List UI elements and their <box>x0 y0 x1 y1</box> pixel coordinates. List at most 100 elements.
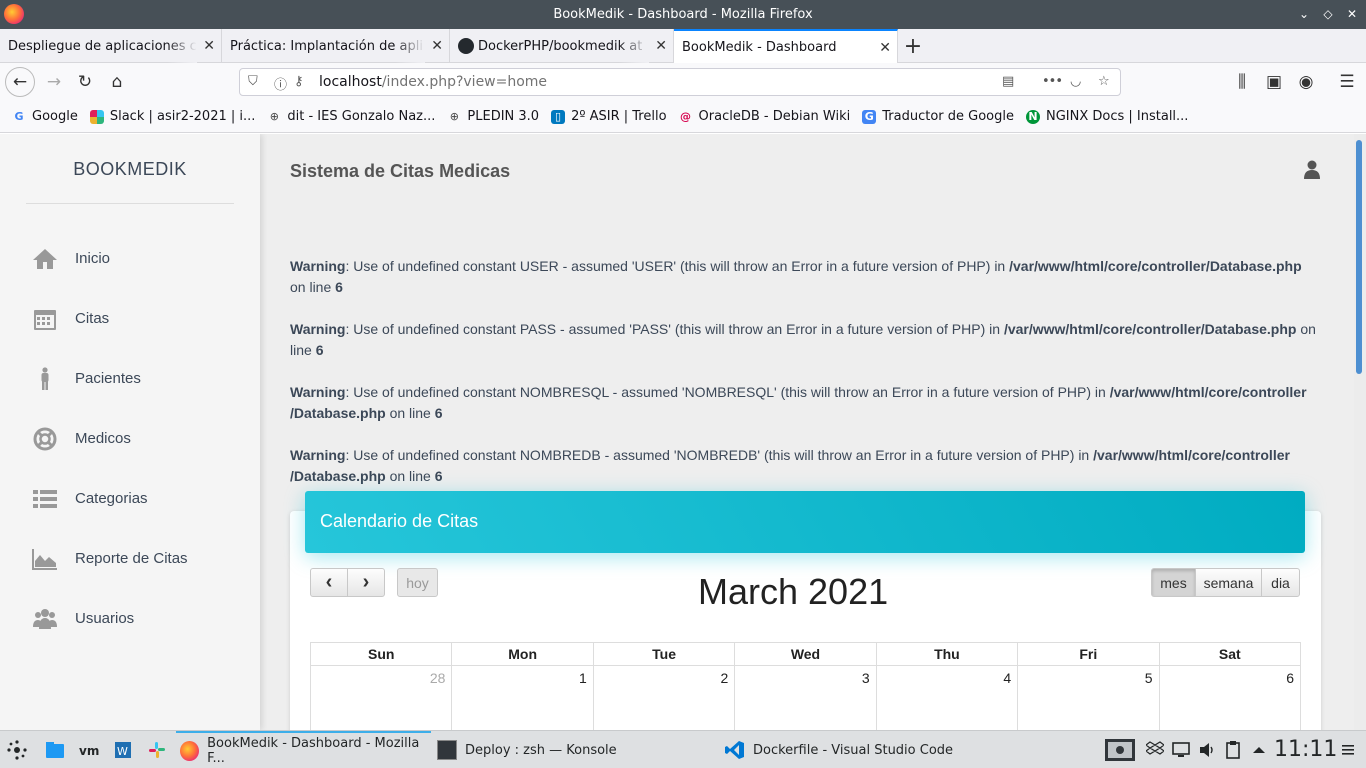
day-header-sat: Sat <box>1158 642 1302 666</box>
minimize-icon[interactable]: ⌄ <box>1295 5 1313 23</box>
scrollbar-thumb[interactable] <box>1356 140 1362 374</box>
sidebar-item-medicos[interactable]: Medicos <box>0 419 260 459</box>
sidebar-item-reporte[interactable]: Reporte de Citas <box>0 539 260 579</box>
calendar-icon <box>34 310 56 330</box>
users-icon <box>33 609 57 629</box>
sidebar-item-citas[interactable]: Citas <box>0 299 260 339</box>
today-button[interactable]: hoy <box>397 568 438 597</box>
bookmark-nginx[interactable]: N NGINX Docs | Install... <box>1025 109 1188 124</box>
bookmark-dit[interactable]: ⊕ dit - IES Gonzalo Naz... <box>267 109 436 124</box>
file-manager-icon[interactable] <box>45 740 65 760</box>
tab-despliegue[interactable]: Despliegue de aplicaciones co ✕ <box>0 29 222 63</box>
tab-dockerphp[interactable]: DockerPHP/bookmedik at ✕ <box>450 29 674 63</box>
bookmark-pledin[interactable]: ⊕ PLEDIN 3.0 <box>447 109 539 124</box>
address-bar[interactable]: ⛉ ⓘ ⚷ localhost/index.php?view=home ▤ ••… <box>239 68 1121 96</box>
calendar-day-cell[interactable]: 1 <box>451 665 594 730</box>
bookmark-google[interactable]: G Google <box>12 109 77 124</box>
svg-text:vm: vm <box>79 744 99 758</box>
calendar-day-cell[interactable]: 28 <box>309 665 453 730</box>
sidebar-item-usuarios[interactable]: Usuarios <box>0 599 260 639</box>
sidebar-item-pacientes[interactable]: Pacientes <box>0 359 260 399</box>
calendar-day-cell[interactable]: 5 <box>1017 665 1160 730</box>
php-warning: Warning: Use of undefined constant PASS … <box>290 321 1316 358</box>
day-header-mon: Mon <box>451 642 594 666</box>
bookmark-trello[interactable]: ▯ 2º ASIR | Trello <box>551 109 667 124</box>
sidebar-item-label: Pacientes <box>75 370 141 387</box>
slack-icon[interactable] <box>147 740 167 760</box>
week-view-button[interactable]: semana <box>1195 568 1262 597</box>
menu-icon[interactable]: ☰ <box>1333 68 1361 96</box>
slack-icon <box>89 109 104 124</box>
task-vscode[interactable]: Dockerfile - Visual Studio Code <box>725 731 985 768</box>
maximize-icon[interactable]: ◇ <box>1319 5 1337 23</box>
tracking-shield-icon[interactable]: ⛉ <box>248 74 258 89</box>
sidebar-item-label: Usuarios <box>75 610 135 627</box>
bookmark-debian-wiki[interactable]: @ OracleDB - Debian Wiki <box>679 109 850 124</box>
screenshot-tool-icon[interactable] <box>1104 738 1136 762</box>
day-header-sun: Sun <box>309 642 453 666</box>
sidebar-item-label: Citas <box>75 310 110 327</box>
pocket-icon[interactable]: ◡ <box>1070 74 1081 89</box>
vmware-icon[interactable]: vm <box>79 740 99 760</box>
task-konsole[interactable]: Deploy : zsh — Konsole <box>437 731 687 768</box>
reader-view-icon[interactable]: ▤ <box>1002 74 1014 89</box>
sidebar-item-categorias[interactable]: Categorias <box>0 479 260 519</box>
user-icon[interactable] <box>1303 160 1321 180</box>
new-tab-button[interactable]: + <box>898 29 928 63</box>
calendar-day-cell[interactable]: 4 <box>875 665 1019 730</box>
close-window-icon[interactable]: ✕ <box>1343 5 1361 23</box>
window-titlebar: BookMedik - Dashboard - Mozilla Firefox … <box>0 0 1366 29</box>
app-launcher-icon[interactable] <box>7 740 27 760</box>
account-icon[interactable]: ◉ <box>1292 68 1320 96</box>
dropbox-icon[interactable] <box>1146 740 1164 760</box>
page-actions-icon[interactable]: ••• <box>1042 74 1063 89</box>
close-tab-icon[interactable]: ✕ <box>655 38 667 54</box>
next-month-button[interactable]: › <box>347 568 385 597</box>
month-view-button[interactable]: mes <box>1151 568 1196 597</box>
calendar-card-header: Calendario de Citas <box>305 491 1305 553</box>
main-content: Sistema de Citas Medicas Warning: Use of… <box>260 134 1354 730</box>
brand-logo[interactable]: BOOKMEDIK <box>0 159 260 180</box>
tab-label: Práctica: Implantación de apli <box>230 38 423 54</box>
url-text[interactable]: localhost/index.php?view=home <box>319 74 547 90</box>
clock[interactable]: 11:11 <box>1274 737 1337 762</box>
sidebar-item-inicio[interactable]: Inicio <box>0 239 260 279</box>
calendar-grid: Sun Mon Tue Wed Thu Fri Sat 28 1 2 3 4 5… <box>309 642 1302 730</box>
home-button[interactable]: ⌂ <box>103 68 131 96</box>
close-tab-icon[interactable]: ✕ <box>203 38 215 54</box>
bookmark-translate[interactable]: G Traductor de Google <box>862 109 1014 124</box>
volume-icon[interactable] <box>1198 740 1216 760</box>
back-button[interactable]: ← <box>5 67 35 97</box>
writer-icon[interactable]: W <box>113 740 133 760</box>
tray-expand-icon[interactable] <box>1251 740 1267 760</box>
bookmark-slack[interactable]: Slack | asir2-2021 | i... <box>89 109 255 124</box>
debian-icon: @ <box>680 109 692 123</box>
page-title: Sistema de Citas Medicas <box>290 161 511 181</box>
clipboard-icon[interactable] <box>1224 740 1242 760</box>
sidebar-item-label: Categorias <box>75 490 148 507</box>
close-tab-icon[interactable]: ✕ <box>879 40 891 56</box>
day-view-button[interactable]: dia <box>1261 568 1300 597</box>
tab-bookmedik[interactable]: BookMedik - Dashboard ✕ <box>674 29 898 63</box>
forward-button[interactable]: → <box>40 68 68 96</box>
trello-icon: ▯ <box>551 109 566 124</box>
calendar-day-cell[interactable]: 6 <box>1158 665 1302 730</box>
prev-month-button[interactable]: ‹ <box>310 568 348 597</box>
day-header-fri: Fri <box>1017 642 1160 666</box>
bookmark-star-icon[interactable]: ☆ <box>1098 74 1110 89</box>
calendar-day-cell[interactable]: 2 <box>592 665 736 730</box>
calendar-day-cell[interactable]: 3 <box>734 665 877 730</box>
site-info-icon[interactable]: ⓘ <box>274 74 287 93</box>
library-icon[interactable]: ⫼ <box>1228 68 1256 96</box>
network-icon[interactable] <box>1172 740 1190 760</box>
reload-button[interactable]: ↻ <box>71 68 99 96</box>
svg-text:W: W <box>117 745 128 758</box>
task-firefox[interactable]: BookMedik - Dashboard - Mozilla F... <box>176 731 431 768</box>
sidebar-toggle-icon[interactable]: ▣ <box>1260 68 1288 96</box>
panel-menu-icon[interactable] <box>1340 740 1356 760</box>
page-scrollbar[interactable] <box>1354 134 1366 730</box>
person-icon <box>41 367 49 390</box>
tab-practica[interactable]: Práctica: Implantación de apli ✕ <box>222 29 450 63</box>
close-tab-icon[interactable]: ✕ <box>431 38 443 54</box>
area-chart-icon <box>32 549 57 570</box>
